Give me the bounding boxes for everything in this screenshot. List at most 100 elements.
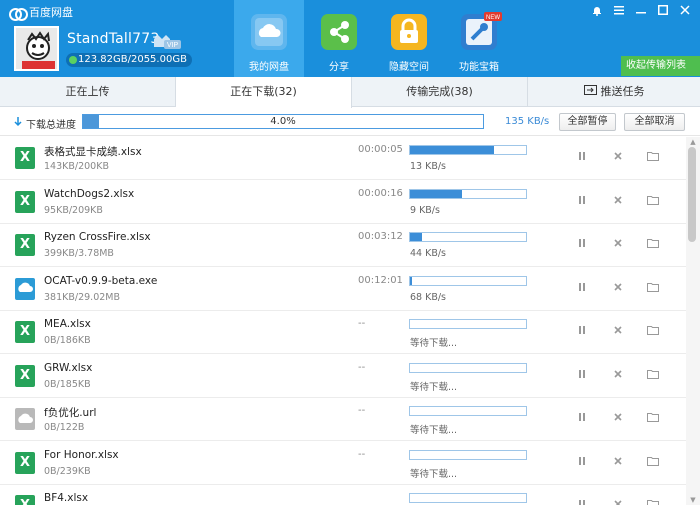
folder-icon[interactable] <box>645 324 661 340</box>
tab-completed[interactable]: 传输完成(38) <box>352 77 528 107</box>
excel-file-icon: X <box>15 364 35 387</box>
download-row[interactable]: X BF4.xlsx <box>0 485 686 505</box>
download-speed: 等待下载... <box>410 468 458 480</box>
download-speed: 等待下载... <box>410 425 458 436</box>
pause-icon[interactable] <box>574 498 590 505</box>
total-progress-label-text: 下载总进度 <box>26 120 76 131</box>
pause-icon[interactable] <box>574 237 590 253</box>
folder-icon[interactable] <box>645 455 661 471</box>
storage-usage-text: 123.82GB/2055.00GB <box>78 54 187 65</box>
folder-icon[interactable] <box>645 237 661 253</box>
file-progress-fill <box>410 233 422 241</box>
download-row[interactable]: X GRW.xlsx 0B/185KB -- 等待下载... <box>0 355 686 398</box>
time-remaining: 00:00:05 <box>358 144 403 155</box>
nav-label: 隐藏空间 <box>389 62 429 73</box>
maximize-icon[interactable] <box>654 3 672 17</box>
close-icon[interactable] <box>676 3 694 17</box>
download-speed: 等待下载... <box>410 381 458 393</box>
minimize-icon[interactable] <box>632 3 650 17</box>
download-row[interactable]: X 表格式显卡成绩.xlsx 143KB/200KB 00:00:05 13 KB/s <box>0 137 686 180</box>
file-progress-bar <box>409 449 527 460</box>
file-size: 381KB/29.02MB <box>44 291 120 303</box>
cancel-icon[interactable] <box>610 194 626 210</box>
share-icon <box>321 14 357 50</box>
total-progress-percent: 4.0% <box>270 116 296 127</box>
file-progress-bar <box>409 145 527 155</box>
avatar[interactable] <box>14 26 59 71</box>
nav-share[interactable]: 分享 <box>304 0 374 77</box>
download-row[interactable]: X MEA.xlsx 0B/186KB -- 等待下载... <box>0 311 686 354</box>
download-row[interactable]: OCAT-v0.9.9-beta.exe 381KB/29.02MB 00:12:0… <box>0 268 686 311</box>
pause-icon[interactable] <box>574 411 590 427</box>
cancel-icon[interactable] <box>610 150 626 166</box>
pause-icon[interactable] <box>574 455 590 471</box>
file-name[interactable]: For Honor.xlsx <box>44 449 119 461</box>
folder-icon[interactable] <box>645 150 661 166</box>
scrollbar[interactable]: ▲ ▼ <box>686 137 700 505</box>
download-row[interactable]: X Ryzen CrossFire.xlsx 399KB/3.78MB 00:03:1… <box>0 224 686 267</box>
excel-file-icon: X <box>15 190 35 213</box>
username[interactable]: StandTall773 <box>67 31 159 47</box>
window-controls <box>588 3 694 17</box>
pause-icon[interactable] <box>574 194 590 210</box>
bell-icon[interactable] <box>588 3 606 17</box>
folder-icon[interactable] <box>645 194 661 210</box>
download-row[interactable]: f负优化.url 0B/122B -- 等待下载... <box>0 398 686 441</box>
file-name[interactable]: BF4.xlsx <box>44 492 88 504</box>
time-remaining: -- <box>358 405 366 416</box>
file-size: 0B/122B <box>44 422 85 433</box>
file-name[interactable]: Ryzen CrossFire.xlsx <box>44 231 151 243</box>
file-name[interactable]: MEA.xlsx <box>44 318 91 330</box>
scroll-down-icon[interactable]: ▼ <box>688 496 698 504</box>
file-name[interactable]: 表格式显卡成绩.xlsx <box>44 144 142 159</box>
total-speed: 135 KB/s <box>505 116 550 127</box>
download-row[interactable]: X For Honor.xlsx 0B/239KB -- 等待下载... <box>0 442 686 485</box>
download-speed: 68 KB/s <box>410 291 447 303</box>
cancel-icon[interactable] <box>610 368 626 384</box>
time-remaining: -- <box>358 448 366 460</box>
pause-icon[interactable] <box>574 368 590 384</box>
tab-push-tasks[interactable]: 推送任务 <box>528 77 700 107</box>
cancel-icon[interactable] <box>610 455 626 471</box>
folder-icon[interactable] <box>645 368 661 384</box>
pause-icon[interactable] <box>574 324 590 340</box>
nav-my-disk[interactable]: 我的网盘 <box>234 0 304 77</box>
file-name[interactable]: WatchDogs2.xlsx <box>44 188 134 200</box>
file-size: 399KB/3.78MB <box>44 248 114 259</box>
pause-icon[interactable] <box>574 281 590 297</box>
vip-badge[interactable]: VIP <box>152 34 182 50</box>
cancel-icon[interactable] <box>610 411 626 427</box>
tab-downloading[interactable]: 正在下载(32) <box>176 77 352 108</box>
download-row[interactable]: X WatchDogs2.xlsx 95KB/209KB 00:00:16 9 KB/s <box>0 181 686 224</box>
folder-icon[interactable] <box>645 411 661 427</box>
nav-toolbox[interactable]: NEW 功能宝箱 <box>444 0 514 77</box>
download-list: X 表格式显卡成绩.xlsx 143KB/200KB 00:00:05 13 KB/s X… <box>0 137 686 505</box>
tab-push-tasks-label: 推送任务 <box>600 85 645 98</box>
menu-icon[interactable] <box>610 3 628 17</box>
cancel-icon[interactable] <box>610 324 626 340</box>
nav-hidden-space[interactable]: 隐藏空间 <box>374 0 444 77</box>
scrollbar-thumb[interactable] <box>688 147 696 242</box>
scroll-up-icon[interactable]: ▲ <box>688 138 698 146</box>
time-remaining: -- <box>358 318 366 329</box>
file-progress-fill <box>410 189 463 198</box>
file-size: 143KB/200KB <box>44 161 109 172</box>
url-file-icon <box>15 408 35 430</box>
file-name[interactable]: f负优化.url <box>44 405 96 420</box>
app-title: 百度网盘 <box>9 4 73 21</box>
tab-uploading[interactable]: 正在上传 <box>0 77 176 107</box>
excel-file-icon: X <box>15 321 35 343</box>
file-size: 0B/186KB <box>44 335 91 346</box>
pause-all-button[interactable]: 全部暂停 <box>559 113 616 131</box>
file-name[interactable]: OCAT-v0.9.9-beta.exe <box>44 275 157 287</box>
cancel-icon[interactable] <box>610 498 626 505</box>
cancel-icon[interactable] <box>610 281 626 297</box>
folder-icon[interactable] <box>645 498 661 505</box>
folder-icon[interactable] <box>645 281 661 297</box>
collapse-transfer-list-button[interactable]: 收起传输列表 <box>621 56 700 76</box>
svg-text:VIP: VIP <box>167 42 179 49</box>
cancel-icon[interactable] <box>610 237 626 253</box>
file-name[interactable]: GRW.xlsx <box>44 362 92 374</box>
pause-icon[interactable] <box>574 150 590 166</box>
cancel-all-button[interactable]: 全部取消 <box>624 113 685 131</box>
